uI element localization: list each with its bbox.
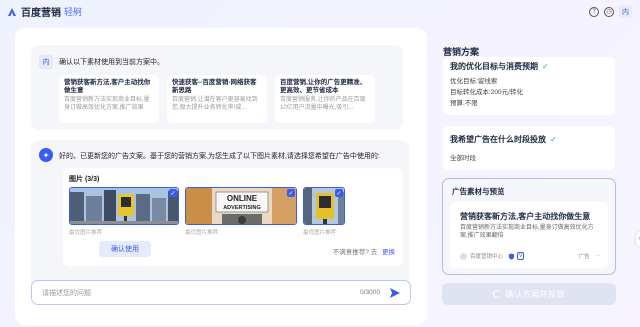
option-title: 快速获客--百度营销-网络获客新思路	[172, 79, 257, 94]
option-desc: 百度营销服务,让你的产品在百度10亿用户流量中曝光,吸引...	[280, 97, 366, 111]
preview-title: 广告素材与预览	[452, 187, 505, 196]
selected-check-icon[interactable]: ✓	[287, 189, 295, 197]
chat-input[interactable]	[42, 287, 322, 300]
check-icon: ✓	[550, 135, 557, 144]
asset-caption-3: 最优图片推荐	[303, 230, 337, 236]
goal-title-text: 我的优化目标与消费预期	[450, 62, 538, 71]
billboard-image: ONLINE ADVERTISING	[186, 188, 296, 224]
image-asset-3[interactable]: ✓	[303, 187, 345, 225]
schedule-card[interactable]: 我希望广告在什么时段投放 ✓ 全部时段	[443, 126, 615, 170]
ad-footer: 百度营销中心 V 广告 ···	[460, 252, 600, 260]
top-bar: 百度营销 轻舸 ? ◷ 内	[0, 0, 640, 22]
asset-caption-1: 最优图片推荐	[69, 230, 103, 236]
assistant-message-block: ✦ 好的。已更新您的广告文案。基于您的营销方案,为您生成了以下图片素材,请选择您…	[31, 140, 409, 296]
image-asset-2[interactable]: ONLINE ADVERTISING ✓	[185, 187, 297, 225]
goal-card-title: 我的优化目标与消费预期 ✓	[450, 61, 608, 72]
ad-preview-card[interactable]: 营销获客新方法,客户主动找你做生意 百度营销新方法实现商业目标,量身订做高效优化…	[450, 202, 608, 268]
verified-tag: V	[517, 252, 525, 260]
goal-card[interactable]: 我的优化目标与消费预期 ✓ 优化目标:留线索 目标转化成本:200元/转化 预算…	[443, 57, 615, 115]
go-label: 去	[370, 249, 378, 256]
ad-copy-option-3[interactable]: 百度营销,让你的广告更精准、更高效、更节省成本 百度营销服务,让你的产品在百度1…	[275, 75, 375, 123]
schedule-title-text: 我希望广告在什么时段投放	[450, 135, 546, 144]
confirm-plan-button[interactable]: 确认方案并投放	[442, 283, 616, 305]
clock-icon[interactable]: ◷	[604, 6, 614, 17]
images-count-title: 图片 (3/3)	[69, 176, 100, 183]
chat-panel: 内 确认以下素材使用到当前方案中。 营销获客新方法,客户主动找你做生意 百度营销…	[15, 28, 427, 325]
not-satisfied-label: 不满意推荐?	[332, 249, 369, 256]
goal-item-1: 优化目标:留线索	[450, 78, 498, 85]
ad-label: 广告	[578, 254, 590, 260]
chat-input-bar: 0/3000	[31, 280, 411, 305]
brand-sub: 轻舸	[64, 7, 83, 17]
image-asset-1[interactable]: ✓	[69, 187, 179, 225]
user-avatar-top[interactable]: 内	[619, 5, 632, 18]
verified-shield-icon	[508, 252, 515, 260]
goal-item-2: 目标转化成本:200元/转化	[450, 89, 523, 96]
loading-spinner-icon	[493, 290, 502, 298]
schedule-value: 全部时段	[450, 155, 476, 162]
confirm-plan-label: 确认方案并投放	[505, 289, 565, 299]
selected-check-icon[interactable]: ✓	[335, 189, 343, 197]
assistant-message: 好的。已更新您的广告文案。基于您的营销方案,为您生成了以下图片素材,请选择您希望…	[59, 153, 380, 160]
advertiser-logo-icon	[460, 252, 467, 260]
billboard-text-online: ONLINE	[227, 194, 258, 203]
user-message-block: 内 确认以下素材使用到当前方案中。 营销获客新方法,客户主动找你做生意 百度营销…	[31, 45, 403, 130]
user-message: 确认以下素材使用到当前方案中。	[59, 59, 164, 66]
ad-description: 百度营销新方法实现商业目标,量身订做高效优化方案,推广效果翻倍	[460, 225, 594, 239]
selected-check-icon[interactable]: ✓	[169, 189, 177, 197]
ad-preview-box: 广告素材与预览 营销获客新方法,客户主动找你做生意 百度营销新方法实现商业目标,…	[442, 178, 616, 275]
user-avatar: 内	[39, 55, 53, 69]
collapse-handle-icon[interactable]: ›	[636, 232, 640, 246]
more-icon[interactable]: ···	[595, 253, 601, 259]
asset-caption-2: 最优图片推荐	[185, 230, 219, 236]
option-title: 百度营销,让你的广告更精准、更高效、更节省成本	[280, 79, 367, 94]
billboard-text-advertising: ADVERTISING	[223, 205, 261, 211]
confirm-use-button[interactable]: 确认使用	[99, 241, 151, 257]
not-satisfied-row: 不满意推荐? 去 更换	[333, 246, 395, 256]
ad-copy-option-1[interactable]: 营销获客新方法,客户主动找你做生意 百度营销新方法实现商业目标,量身订做高效优化…	[59, 75, 159, 123]
option-desc: 百度营销新方法实现商业目标,量身订做高效优化方案,推广效果	[64, 97, 150, 111]
char-counter: 0/3000	[360, 289, 380, 296]
option-desc: 百度营销,让潜在客户更容易找到您,极大提升业务转化率!成...	[172, 97, 258, 111]
ad-copy-option-2[interactable]: 快速获客--百度营销-网络获客新思路 百度营销,让潜在客户更容易找到您,极大提升…	[167, 75, 267, 123]
send-icon[interactable]	[389, 287, 401, 299]
brand-logo[interactable]: 百度营销 轻舸	[6, 4, 82, 19]
option-title: 营销获客新方法,客户主动找你做生意	[64, 79, 151, 94]
ad-headline: 营销获客新方法,客户主动找你做生意	[460, 212, 591, 221]
image-assets-box: 图片 (3/3) ✓ 最优图片推荐 ONLINE ADVERTISING ✓ 最…	[63, 168, 403, 266]
assistant-avatar-icon: ✦	[39, 148, 53, 162]
goal-item-3: 预算:不限	[450, 100, 478, 107]
change-link[interactable]: 更换	[382, 249, 395, 256]
help-icon[interactable]: ?	[589, 6, 599, 17]
brand-name: 百度营销	[21, 8, 61, 19]
check-icon: ✓	[542, 62, 549, 71]
baidu-paw-icon	[8, 7, 16, 16]
ad-source: 百度营销中心	[470, 254, 504, 260]
schedule-card-title: 我希望广告在什么时段投放 ✓	[450, 134, 608, 145]
city-street-image	[70, 188, 178, 224]
